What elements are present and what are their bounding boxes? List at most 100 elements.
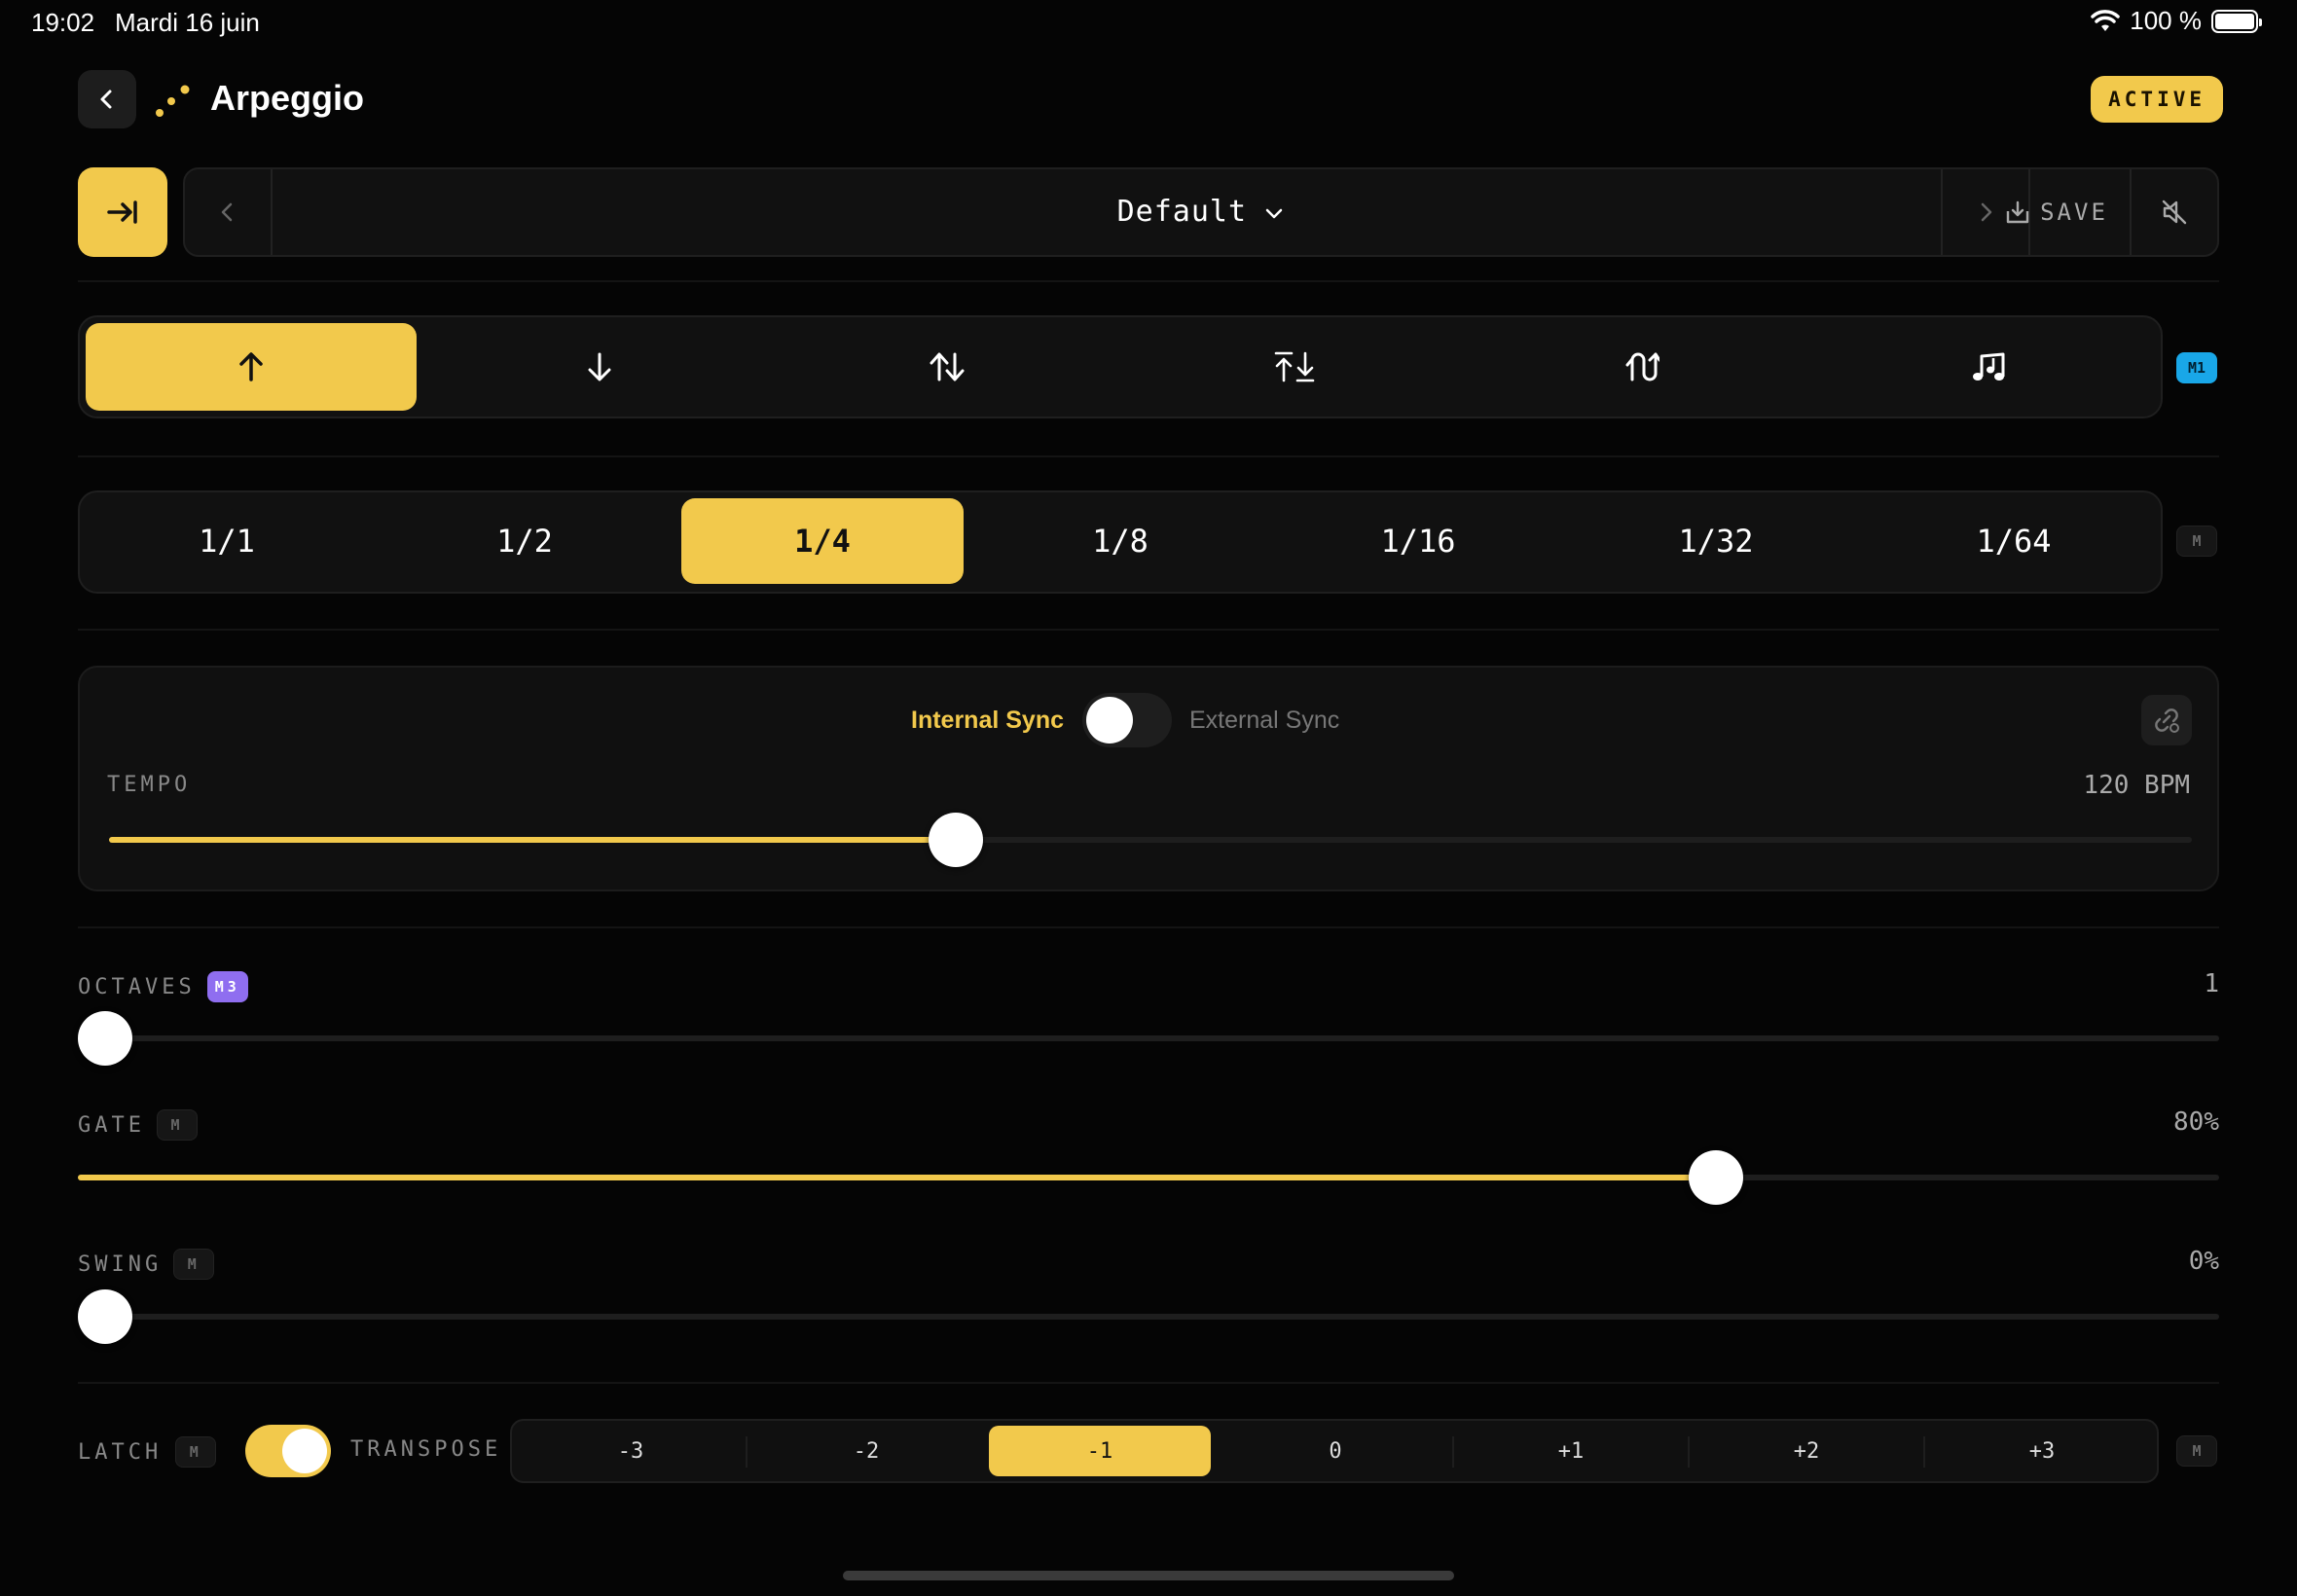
arpeggio-logo-icon [156,85,190,117]
gate-slider[interactable] [78,1150,2219,1205]
latch-toggle[interactable] [245,1425,331,1477]
tempo-slider[interactable] [109,813,2192,867]
speaker-muted-icon [2162,200,2187,225]
wifi-icon [2091,9,2121,31]
home-indicator[interactable] [843,1571,1454,1580]
separator [1923,1436,1925,1468]
transpose-option[interactable]: 0 [1224,1426,1446,1476]
midi-mapping-tag[interactable]: M [2176,526,2217,557]
mode-converge-button[interactable] [1129,323,1460,411]
tempo-value: 120 BPM [2083,771,2190,800]
transpose-selector: -3 -2 -1 0 +1 +2 +3 [510,1419,2159,1483]
status-badge[interactable]: ACTIVE [2091,76,2223,123]
random-order-icon [1625,352,1659,381]
as-played-notes-icon [1973,352,2005,381]
rate-option[interactable]: 1/1 [86,498,368,584]
divider [78,926,2219,928]
arrow-to-line-icon [107,200,137,224]
transpose-option-selected[interactable]: -1 [989,1426,1211,1476]
midi-mapping-tag[interactable]: M [173,1249,215,1280]
slider-thumb[interactable] [78,1289,132,1344]
converge-icon [1274,351,1315,382]
internal-sync-label[interactable]: Internal Sync [911,707,1064,735]
transpose-label: TRANSPOSE [350,1437,502,1462]
midi-mapping-tag[interactable]: M [156,1109,198,1141]
mode-up-button[interactable] [86,323,417,411]
arp-mode-selector [78,315,2163,418]
rate-option[interactable]: 1/32 [1575,498,1857,584]
transpose-option[interactable]: +1 [1460,1426,1682,1476]
divider [78,455,2219,457]
midi-mapping-tag[interactable]: M1 [2176,352,2217,383]
gate-value: 80% [2173,1107,2219,1137]
latch-label-group: LATCH M [78,1436,217,1468]
preset-selector: Default SAVE [183,167,2219,257]
back-button[interactable] [78,70,136,128]
rate-option-selected[interactable]: 1/4 [681,498,964,584]
save-icon [2006,200,2029,224]
separator [1452,1436,1454,1468]
status-date: Mardi 16 juin [115,8,260,37]
preset-dropdown[interactable]: Default [185,195,2217,229]
slider-fill [109,837,951,843]
swing-label-group: SWING M [78,1249,215,1280]
slider-thumb[interactable] [1689,1150,1744,1205]
page-title: Arpeggio [210,78,364,118]
divider [78,629,2219,631]
gate-label-group: GATE M [78,1109,198,1141]
transpose-option[interactable]: -2 [755,1426,977,1476]
sync-panel: Internal Sync External Sync TEMPO 120 BP… [78,666,2219,891]
separator [746,1436,747,1468]
mode-as-played-button[interactable] [1824,323,2155,411]
midi-mapping-tag[interactable]: M [175,1436,217,1468]
link-button[interactable] [2141,695,2192,745]
arrow-down-icon [588,352,611,381]
swing-value: 0% [2188,1247,2219,1276]
battery-percent: 100 % [2130,6,2202,35]
mute-button[interactable] [2130,169,2217,255]
octaves-value: 1 [2204,969,2219,998]
save-preset-button[interactable]: SAVE [1984,169,2130,255]
rate-option[interactable]: 1/2 [383,498,666,584]
chevron-down-icon [1266,208,1283,219]
sync-mode-toggle[interactable] [1082,693,1172,747]
rate-option[interactable]: 1/16 [1277,498,1559,584]
link-icon [2155,708,2179,733]
midi-mapping-tag[interactable]: M [2176,1435,2217,1467]
octaves-label: OCTAVES [78,974,196,999]
rate-option[interactable]: 1/8 [979,498,1261,584]
transpose-option[interactable]: +2 [1695,1426,1917,1476]
toggle-knob [1086,697,1133,744]
transpose-option[interactable]: +3 [1931,1426,2153,1476]
divider [78,280,2219,282]
mode-random-button[interactable] [1477,323,1807,411]
slider-thumb[interactable] [78,1011,132,1066]
octaves-slider[interactable] [78,1011,2219,1066]
octaves-label-group: OCTAVES M3 [78,971,248,1002]
arrow-up-icon [239,352,263,381]
tempo-label: TEMPO [107,773,192,797]
skip-to-end-button[interactable] [78,167,167,257]
external-sync-label[interactable]: External Sync [1189,707,1339,735]
slider-fill [78,1175,1732,1180]
midi-mapping-tag[interactable]: M3 [206,971,248,1002]
mode-down-button[interactable] [434,323,765,411]
battery-icon [2211,9,2262,33]
rate-selector: 1/1 1/2 1/4 1/8 1/16 1/32 1/64 [78,490,2163,594]
preset-name: Default [1116,195,1248,229]
latch-label: LATCH [78,1439,163,1465]
swing-label: SWING [78,1251,163,1277]
slider-thumb[interactable] [928,813,983,867]
up-down-icon [930,352,965,381]
status-indicators: 100 % [2091,6,2262,36]
mode-up-down-button[interactable] [782,323,1112,411]
transpose-option[interactable]: -3 [520,1426,742,1476]
chevron-left-icon [100,90,112,109]
toggle-knob [282,1429,327,1473]
divider [78,1382,2219,1384]
status-time: 19:02 [31,8,95,37]
gate-label: GATE [78,1112,145,1138]
rate-option[interactable]: 1/64 [1873,498,2155,584]
swing-slider[interactable] [78,1289,2219,1344]
save-label: SAVE [2040,199,2108,226]
